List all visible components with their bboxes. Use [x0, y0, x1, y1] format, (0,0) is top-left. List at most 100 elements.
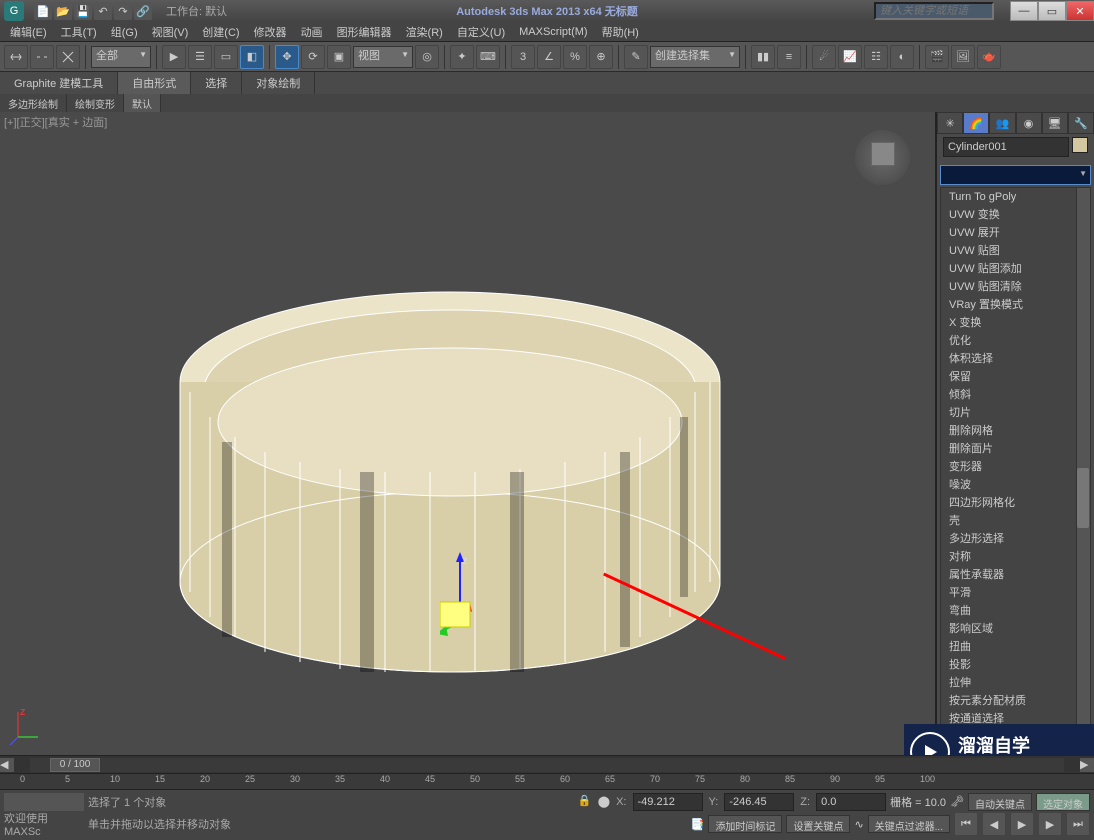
percent-snap-icon[interactable]: % [563, 45, 587, 69]
modifier-item[interactable]: UVW 贴图清除 [941, 278, 1090, 296]
modifier-item[interactable]: UVW 贴图添加 [941, 260, 1090, 278]
modifier-item[interactable]: 四边形网格化 [941, 494, 1090, 512]
select-name-icon[interactable]: ☰ [188, 45, 212, 69]
open-icon[interactable]: 📂 [54, 2, 72, 20]
edit-selset-icon[interactable]: ✎ [624, 45, 648, 69]
modifier-item[interactable]: 对称 [941, 548, 1090, 566]
modifier-item[interactable]: 删除网格 [941, 422, 1090, 440]
modifier-item[interactable]: 多边形选择 [941, 530, 1090, 548]
modifier-item[interactable]: X 变换 [941, 314, 1090, 332]
select-icon[interactable]: ▶ [162, 45, 186, 69]
mirror-icon[interactable]: ▮▮ [751, 45, 775, 69]
search-input[interactable] [874, 2, 994, 20]
modifier-item[interactable]: UVW 贴图 [941, 242, 1090, 260]
menu-item[interactable]: 编辑(E) [4, 22, 53, 42]
modifier-item[interactable]: Turn To gPoly [941, 188, 1090, 206]
ribbon-tab[interactable]: 对象绘制 [242, 72, 315, 94]
app-logo-icon[interactable]: G [4, 1, 24, 21]
modifier-item[interactable]: VRay 置换模式 [941, 296, 1090, 314]
selection-set-dropdown[interactable]: 创建选择集 [650, 46, 740, 68]
menu-item[interactable]: 视图(V) [146, 22, 195, 42]
viewport-label[interactable]: [+][正交][真实 + 边面] [4, 114, 107, 130]
frame-indicator[interactable]: 0 / 100 [50, 758, 100, 772]
ribbon-subtab[interactable]: 默认 [124, 94, 161, 113]
object-name-field[interactable]: Cylinder001 [943, 137, 1069, 157]
modifier-item[interactable]: 倾斜 [941, 386, 1090, 404]
modify-tab-icon[interactable]: 🌈 [963, 112, 989, 134]
pivot-icon[interactable]: ◎ [415, 45, 439, 69]
lock-icon[interactable]: 🔒 [578, 794, 594, 810]
time-ruler[interactable]: 0510152025303540455055606570758085909510… [0, 773, 1094, 789]
play-prev-icon[interactable]: ◀ [982, 812, 1006, 836]
modifier-dropdown[interactable] [940, 165, 1091, 185]
time-slider[interactable]: ◀ 0 / 100 ▶ [0, 755, 1094, 773]
minimize-button[interactable]: — [1010, 1, 1038, 21]
render-setup-icon[interactable]: 🎬 [925, 45, 949, 69]
play-start-icon[interactable]: ⏮ [954, 812, 978, 836]
keyboard-icon[interactable]: ⌨ [476, 45, 500, 69]
key-toggle-icon[interactable]: ⬤ [598, 795, 610, 808]
ribbon-tab[interactable]: Graphite 建模工具 [0, 72, 118, 94]
ribbon-tab[interactable]: 自由形式 [118, 72, 191, 94]
ribbon-tab[interactable]: 选择 [191, 72, 242, 94]
menu-item[interactable]: 创建(C) [196, 22, 245, 42]
script-listener[interactable] [4, 793, 84, 811]
close-button[interactable]: ✕ [1066, 1, 1094, 21]
modifier-item[interactable]: 按元素分配材质 [941, 692, 1090, 710]
add-timemark-button[interactable]: 添加时间标记 [708, 815, 782, 833]
viewport[interactable]: [+][正交][真实 + 边面] [0, 112, 936, 755]
display-tab-icon[interactable]: 🖥 [1042, 112, 1068, 134]
rect-select-icon[interactable]: ▭ [214, 45, 238, 69]
align-icon[interactable]: ≡ [777, 45, 801, 69]
keymode-dropdown[interactable]: 选定对象 [1036, 793, 1090, 811]
play-end-icon[interactable]: ⏭ [1066, 812, 1090, 836]
autokey-button[interactable]: 自动关键点 [968, 793, 1032, 811]
y-field[interactable]: -246.45 [724, 793, 794, 811]
scope-dropdown[interactable]: 全部 [91, 46, 151, 68]
motion-tab-icon[interactable]: ◉ [1016, 112, 1042, 134]
modifier-item[interactable]: 平滑 [941, 584, 1090, 602]
ribbon-subtab[interactable]: 绘制变形 [67, 94, 124, 113]
hierarchy-tab-icon[interactable]: 👥 [989, 112, 1015, 134]
render-frame-icon[interactable]: 🖼 [951, 45, 975, 69]
menu-item[interactable]: 组(G) [105, 22, 144, 42]
modifier-item[interactable]: 壳 [941, 512, 1090, 530]
workspace-label[interactable]: 工作台: 默认 [166, 3, 227, 19]
modifier-list[interactable]: Turn To gPolyUVW 变换UVW 展开UVW 贴图UVW 贴图添加U… [940, 187, 1091, 755]
modifier-item[interactable]: 优化 [941, 332, 1090, 350]
manip-icon[interactable]: ✦ [450, 45, 474, 69]
modifier-item[interactable]: UVW 展开 [941, 224, 1090, 242]
slider-right-icon[interactable]: ▶ [1080, 758, 1094, 772]
snap-icon[interactable]: 3 [511, 45, 535, 69]
move-gizmo-icon[interactable]: z [440, 552, 510, 642]
window-crossing-icon[interactable]: ◧ [240, 45, 264, 69]
slider-left-icon[interactable]: ◀ [0, 758, 14, 772]
scale-icon[interactable]: ▣ [327, 45, 351, 69]
render-icon[interactable]: 🫖 [977, 45, 1001, 69]
modifier-item[interactable]: 噪波 [941, 476, 1090, 494]
menu-item[interactable]: 修改器 [248, 22, 293, 42]
undo-icon[interactable]: ↶ [94, 2, 112, 20]
viewcube-icon[interactable] [855, 130, 910, 185]
maximize-button[interactable]: ▭ [1038, 1, 1066, 21]
curve-editor-icon[interactable]: 📈 [838, 45, 862, 69]
menu-item[interactable]: 图形编辑器 [331, 22, 398, 42]
schematic-icon[interactable]: ☷ [864, 45, 888, 69]
modifier-item[interactable]: 属性承载器 [941, 566, 1090, 584]
link-icon[interactable]: 🔗 [134, 2, 152, 20]
modifier-item[interactable]: UVW 变换 [941, 206, 1090, 224]
save-icon[interactable]: 💾 [74, 2, 92, 20]
unlink-icon[interactable] [30, 45, 54, 69]
menu-item[interactable]: 动画 [295, 22, 329, 42]
bind-icon[interactable] [56, 45, 80, 69]
object-color-swatch[interactable] [1072, 137, 1088, 153]
rotate-icon[interactable]: ⟳ [301, 45, 325, 69]
ref-coord-dropdown[interactable]: 视图 [353, 46, 413, 68]
utilities-tab-icon[interactable]: 🔧 [1068, 112, 1094, 134]
modifier-item[interactable]: 影响区域 [941, 620, 1090, 638]
modifier-item[interactable]: 弯曲 [941, 602, 1090, 620]
modifier-item[interactable]: 保留 [941, 368, 1090, 386]
play-next-icon[interactable]: ▶ [1038, 812, 1062, 836]
ribbon-subtab[interactable]: 多边形绘制 [0, 94, 67, 113]
menu-item[interactable]: 帮助(H) [596, 22, 645, 42]
